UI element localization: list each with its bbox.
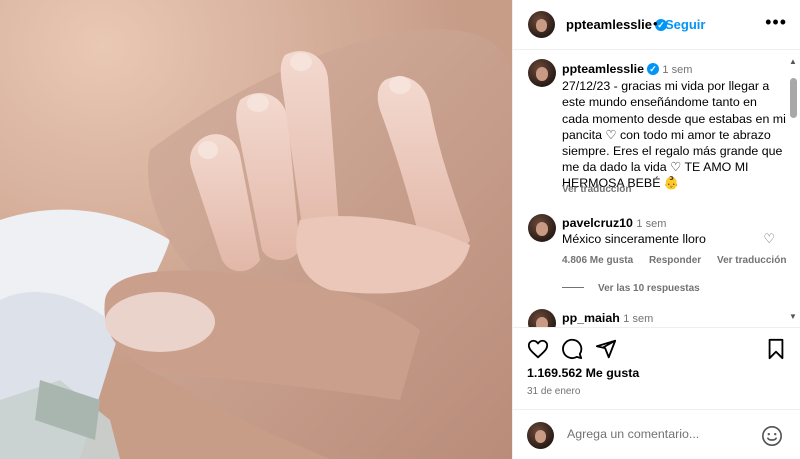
post-header: ppteamlesslie ✓ • Seguir ••• <box>513 0 800 50</box>
view-replies-button[interactable]: Ver las 10 respuestas <box>562 283 700 294</box>
post-likes-count[interactable]: 1.169.562 Me gusta <box>527 366 639 380</box>
comment-see-translation[interactable]: Ver traducción <box>717 255 786 266</box>
replies-line <box>562 287 584 288</box>
current-user-avatar <box>527 422 554 449</box>
caption-text: 27/12/23 - gracias mi vida por llegar a … <box>562 79 786 191</box>
scroll-down-arrow-icon[interactable]: ▼ <box>789 313 797 321</box>
caption-username[interactable]: ppteamlesslie ✓ <box>562 62 659 76</box>
post-date[interactable]: 31 de enero <box>527 386 580 397</box>
comment-username[interactable]: pavelcruz10 1 sem <box>562 216 666 230</box>
add-comment-input[interactable] <box>565 426 759 442</box>
comment-time: 1 sem <box>623 313 654 325</box>
comment-avatar[interactable] <box>528 309 556 327</box>
emoji-picker-icon[interactable] <box>761 425 783 452</box>
post-caption: ppteamlesslie ✓ 1 sem 27/12/23 - gracias … <box>562 61 786 192</box>
comment-text: México sinceramente lloro <box>562 232 706 246</box>
caption-time: 1 sem <box>662 64 693 76</box>
comment-username[interactable]: pp_maiah 1 sem <box>562 311 653 325</box>
comment-time: 1 sem <box>636 218 667 230</box>
caption-avatar[interactable] <box>528 59 556 87</box>
comment-likes-count[interactable]: 4.806 Me gusta <box>562 255 633 266</box>
verified-badge-icon: ✓ <box>646 63 659 75</box>
more-options-icon[interactable]: ••• <box>765 12 787 33</box>
save-bookmark-icon[interactable] <box>766 338 786 365</box>
comments-scroll-area[interactable]: ppteamlesslie ✓ 1 sem 27/12/23 - gracias … <box>513 50 800 327</box>
scrollbar-thumb[interactable] <box>790 78 797 118</box>
comment-avatar[interactable] <box>528 214 556 242</box>
comment-reply-button[interactable]: Responder <box>649 255 701 266</box>
author-avatar[interactable] <box>528 11 555 38</box>
like-heart-icon[interactable] <box>527 338 549 365</box>
share-send-icon[interactable] <box>595 338 617 365</box>
separator-dot: • <box>653 16 658 31</box>
comment-meta: 4.806 Me gusta Responder Ver traducción <box>562 255 799 266</box>
comment-bubble-icon[interactable] <box>561 338 583 365</box>
follow-button[interactable]: Seguir <box>665 17 705 32</box>
author-username[interactable]: ppteamlesslie ✓ <box>566 17 667 32</box>
caption-see-translation[interactable]: Ver traducción <box>562 184 631 195</box>
scroll-up-arrow-icon[interactable]: ▲ <box>789 58 797 66</box>
comment-like-heart-icon[interactable]: ♡ <box>763 231 775 247</box>
post-side-panel: ppteamlesslie ✓ • Seguir ••• ppteamlessli… <box>512 0 800 459</box>
scrollbar[interactable]: ▲ ▼ <box>789 58 797 321</box>
add-comment-bar <box>513 409 800 459</box>
baby-hand-photo <box>0 0 512 459</box>
post-photo <box>0 0 512 459</box>
